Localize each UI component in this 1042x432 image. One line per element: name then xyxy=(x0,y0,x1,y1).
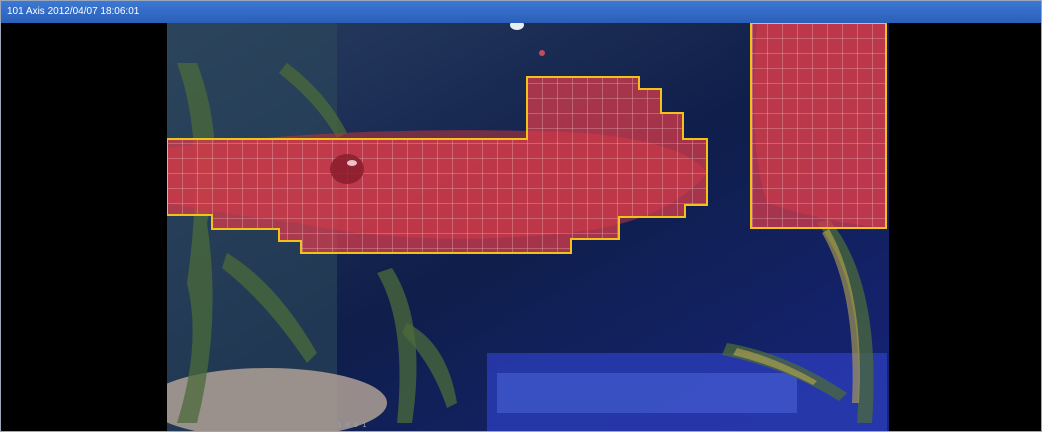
camera-video-frame[interactable]: 1 0 0 1 xyxy=(167,23,889,431)
scene-red-dot xyxy=(539,50,545,56)
scene-fish-eye-glint xyxy=(347,160,357,166)
video-overlay-label: 1 0 0 1 xyxy=(337,421,367,429)
window-title: 101 Axis 2012/04/07 18:06:01 xyxy=(7,6,140,17)
scene-light-reflection xyxy=(497,373,797,413)
video-area[interactable]: 1 0 0 1 xyxy=(1,23,1041,431)
camera-scene xyxy=(167,23,889,431)
scene-fish-eye xyxy=(330,154,364,184)
camera-viewer-window: 101 Axis 2012/04/07 18:06:01 1 0 0 1 xyxy=(0,0,1042,432)
window-title-bar[interactable]: 101 Axis 2012/04/07 18:06:01 xyxy=(1,1,1041,23)
motion-mask-region-right xyxy=(750,23,887,229)
